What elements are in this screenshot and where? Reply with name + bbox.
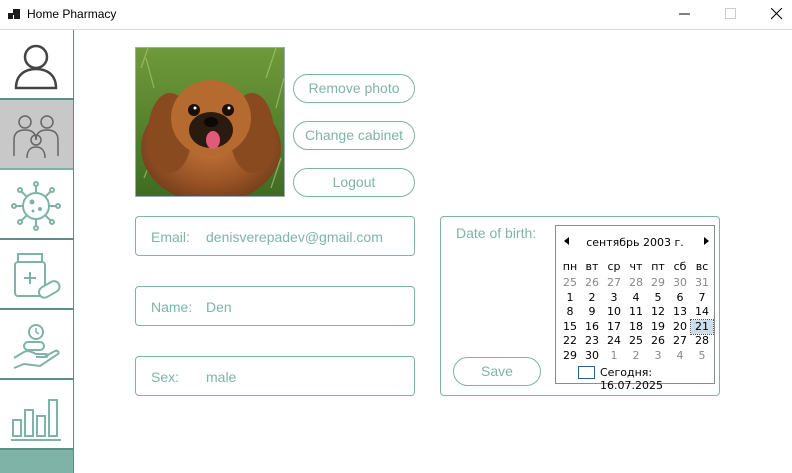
maximize-button[interactable] [708, 0, 754, 29]
calendar-day[interactable]: 21 [690, 318, 714, 335]
title-bar: Home Pharmacy [0, 0, 792, 30]
calendar-day[interactable]: 5 [647, 291, 669, 305]
calendar-weekday: пт [651, 260, 665, 273]
family-icon [13, 115, 59, 159]
calendar-day[interactable]: 13 [669, 305, 691, 319]
sex-value: male [206, 369, 237, 385]
calendar-day[interactable]: 22 [559, 334, 581, 348]
calendar-day[interactable]: 29 [559, 349, 581, 363]
sidebar-item-statistics[interactable] [0, 380, 73, 450]
calendar-day[interactable]: 6 [669, 291, 691, 305]
calendar-day[interactable]: 28 [625, 276, 647, 290]
calendar-day[interactable]: 16 [581, 320, 603, 334]
logout-button[interactable]: Logout [293, 168, 415, 197]
medicine-icon [14, 253, 61, 299]
pill-hand-icon [13, 324, 60, 369]
calendar-day[interactable]: 31 [691, 276, 713, 290]
name-value: Den [206, 299, 232, 315]
app-icon [8, 9, 20, 19]
remove-photo-button[interactable]: Remove photo [293, 74, 415, 103]
email-field[interactable]: Email: denisverepadev@gmail.com [135, 216, 415, 256]
calendar-day[interactable]: 10 [603, 305, 625, 319]
calendar-day[interactable]: 30 [581, 349, 603, 363]
calendar-day[interactable]: 3 [603, 291, 625, 305]
calendar-day[interactable]: 1 [603, 349, 625, 363]
calendar-day[interactable]: 24 [603, 334, 625, 348]
email-label: Email: [151, 229, 190, 245]
name-label: Name: [151, 299, 193, 315]
calendar-day[interactable]: 2 [625, 349, 647, 363]
calendar-weekday: чт [629, 260, 643, 273]
calendar-day[interactable]: 14 [691, 305, 713, 319]
profile-photo [135, 47, 285, 197]
calendar-weekday: пн [562, 260, 578, 273]
sex-field[interactable]: Sex: male [135, 356, 415, 396]
user-icon [14, 44, 58, 90]
sidebar-item-medicines[interactable] [0, 240, 73, 310]
bar-chart-icon [11, 399, 61, 441]
calendar-day[interactable]: 1 [559, 291, 581, 305]
calendar-day[interactable]: 4 [625, 291, 647, 305]
calendar-day[interactable]: 23 [581, 334, 603, 348]
calendar-today-link[interactable]: Сегодня: 16.07.2025 [578, 366, 714, 392]
today-marker-icon [578, 366, 595, 379]
sidebar-item-family[interactable] [0, 100, 73, 170]
calendar-day[interactable]: 29 [647, 276, 669, 290]
name-field[interactable]: Name: Den [135, 286, 415, 326]
calendar-day[interactable]: 18 [625, 320, 647, 334]
minimize-button[interactable] [662, 0, 708, 29]
calendar-day[interactable]: 4 [669, 349, 691, 363]
calendar-day[interactable]: 25 [625, 334, 647, 348]
calendar-day[interactable]: 3 [647, 349, 669, 363]
calendar-day[interactable]: 30 [669, 276, 691, 290]
date-of-birth-label: Date of birth: [456, 225, 537, 241]
calendar-day[interactable]: 5 [691, 349, 713, 363]
calendar-day[interactable]: 26 [647, 334, 669, 348]
next-month-icon[interactable] [704, 237, 709, 245]
change-cabinet-button[interactable]: Change cabinet [293, 121, 415, 150]
calendar-day[interactable]: 27 [603, 276, 625, 290]
virus-icon [11, 181, 61, 231]
calendar-day[interactable]: 25 [559, 276, 581, 290]
calendar-weekday: сб [673, 260, 687, 273]
calendar-day[interactable]: 2 [581, 291, 603, 305]
sidebar-item-intake[interactable] [0, 310, 73, 380]
window-title: Home Pharmacy [27, 7, 117, 21]
calendar-weekday: вт [585, 260, 599, 273]
calendar-day[interactable]: 27 [669, 334, 691, 348]
calendar-day[interactable]: 12 [647, 305, 669, 319]
calendar-day[interactable]: 11 [625, 305, 647, 319]
calendar-weekday: вс [695, 260, 709, 273]
calendar-day[interactable]: 7 [691, 291, 713, 305]
calendar-day[interactable]: 26 [581, 276, 603, 290]
sex-label: Sex: [151, 369, 180, 385]
maximize-icon [725, 8, 736, 19]
calendar-day[interactable]: 8 [559, 305, 581, 319]
calendar-day[interactable]: 28 [691, 334, 713, 348]
calendar-day[interactable]: 17 [603, 320, 625, 334]
calendar-month-title[interactable]: сентябрь 2003 г. [556, 236, 714, 249]
sidebar-footer [0, 450, 73, 473]
save-button[interactable]: Save [453, 357, 541, 386]
close-button[interactable] [754, 0, 792, 29]
calendar-day[interactable]: 20 [669, 320, 691, 334]
sidebar-item-profile[interactable] [0, 30, 73, 100]
email-value: denisverepadev@gmail.com [206, 229, 383, 245]
calendar-today-text: Сегодня: 16.07.2025 [600, 366, 663, 392]
calendar-weekday: ср [607, 260, 621, 273]
sidebar [0, 30, 74, 473]
date-picker-calendar[interactable]: сентябрь 2003 г. пн вт ср чт пт сб вс 25 26 27 28 2… [555, 225, 715, 392]
sidebar-item-diseases[interactable] [0, 170, 73, 240]
minimize-icon [679, 13, 690, 15]
calendar-day[interactable]: 19 [647, 320, 669, 334]
close-icon [771, 8, 783, 20]
calendar-day[interactable]: 15 [559, 320, 581, 334]
calendar-day[interactable]: 9 [581, 305, 603, 319]
